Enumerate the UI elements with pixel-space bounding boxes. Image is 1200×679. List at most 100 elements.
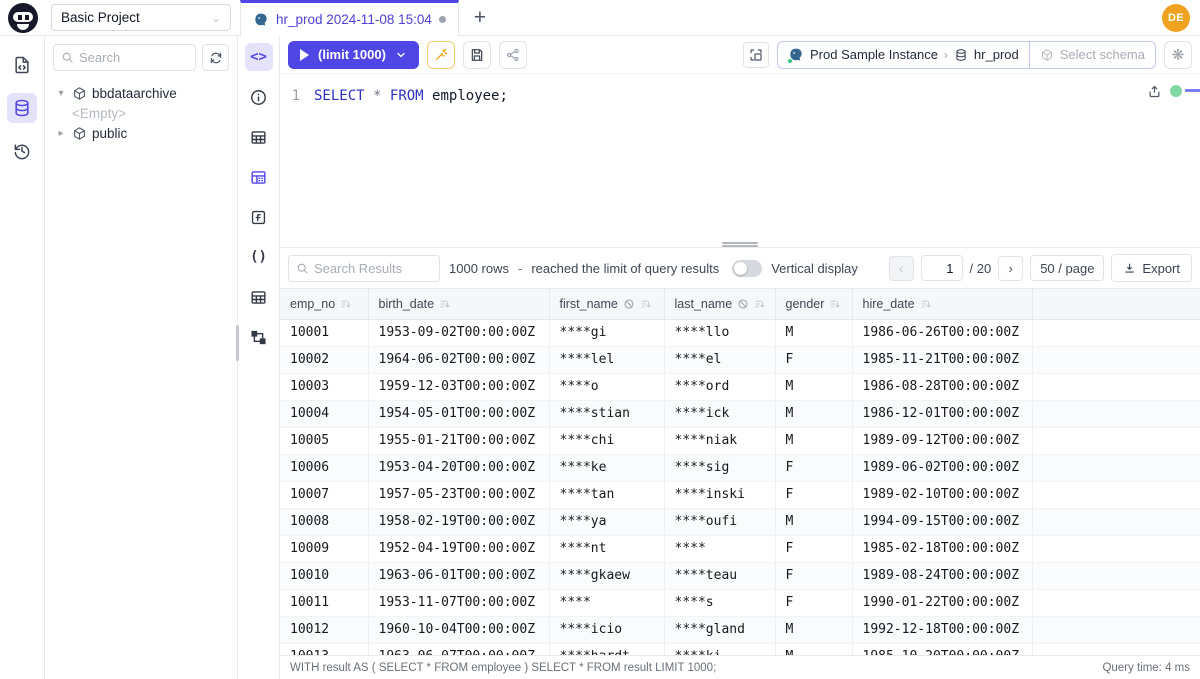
table-cell[interactable]: 10012 xyxy=(280,616,368,643)
results-search-input[interactable] xyxy=(314,261,432,276)
table-cell[interactable]: 10004 xyxy=(280,400,368,427)
table-cell[interactable]: 1959-12-03T00:00:00Z xyxy=(368,373,549,400)
table-cell[interactable]: ****sig xyxy=(664,454,775,481)
table-cell[interactable]: F xyxy=(775,589,852,616)
info-icon[interactable] xyxy=(245,83,273,111)
column-header-birth_date[interactable]: birth_date xyxy=(368,289,549,319)
table-cell[interactable]: 10007 xyxy=(280,481,368,508)
tab-hr-prod[interactable]: hr_prod 2024-11-08 15:04 xyxy=(240,0,459,36)
table-cell[interactable]: 1990-01-22T00:00:00Z xyxy=(852,589,1032,616)
table-cell[interactable]: ****oufi xyxy=(664,508,775,535)
database-panel-icon[interactable] xyxy=(7,93,37,123)
panel-resize-handle[interactable] xyxy=(280,240,1200,248)
share-button[interactable] xyxy=(499,41,527,69)
table-cell[interactable]: 1992-12-18T00:00:00Z xyxy=(852,616,1032,643)
column-header-emp_no[interactable]: emp_no xyxy=(280,289,368,319)
tables-icon[interactable] xyxy=(245,123,273,151)
table-cell[interactable]: M xyxy=(775,400,852,427)
table-cell[interactable]: 1954-05-01T00:00:00Z xyxy=(368,400,549,427)
table-cell[interactable]: ****s xyxy=(664,589,775,616)
table-cell[interactable]: 10005 xyxy=(280,427,368,454)
table-cell[interactable]: ****llo xyxy=(664,319,775,346)
table-cell[interactable]: 1986-12-01T00:00:00Z xyxy=(852,400,1032,427)
table-cell[interactable]: 1994-09-15T00:00:00Z xyxy=(852,508,1032,535)
table-cell[interactable]: ****nt xyxy=(549,535,664,562)
project-select[interactable]: Basic Project ⌄ xyxy=(51,4,231,31)
results-search[interactable] xyxy=(288,255,440,282)
column-header-first_name[interactable]: first_name xyxy=(549,289,664,319)
table-cell[interactable]: 10008 xyxy=(280,508,368,535)
column-header-hire_date[interactable]: hire_date xyxy=(852,289,1032,319)
table-cell[interactable]: 10013 xyxy=(280,643,368,655)
table-cell[interactable]: ****hardt xyxy=(549,643,664,655)
table-cell[interactable]: 1964-06-02T00:00:00Z xyxy=(368,346,549,373)
table-cell[interactable]: M xyxy=(775,643,852,655)
new-tab-button[interactable]: + xyxy=(459,0,501,35)
table-cell[interactable]: ****chi xyxy=(549,427,664,454)
procedures-icon[interactable]: () xyxy=(245,243,273,271)
schema-select[interactable]: Select schema xyxy=(1029,42,1155,68)
table-cell[interactable]: ****stian xyxy=(549,400,664,427)
table-cell[interactable]: M xyxy=(775,427,852,454)
batch-mode-button[interactable] xyxy=(743,42,769,68)
page-number-input[interactable] xyxy=(921,255,963,281)
table-cell[interactable]: **** xyxy=(549,589,664,616)
sidebar-search[interactable] xyxy=(53,44,196,71)
table-data-icon[interactable] xyxy=(245,163,273,191)
table-cell[interactable]: 1958-02-19T00:00:00Z xyxy=(368,508,549,535)
upload-sheet-button[interactable] xyxy=(1147,84,1162,99)
table-cell[interactable]: 1963-06-01T00:00:00Z xyxy=(368,562,549,589)
table-cell[interactable]: ****lel xyxy=(549,346,664,373)
table-cell[interactable]: F xyxy=(775,535,852,562)
functions-icon[interactable] xyxy=(245,203,273,231)
table-cell[interactable]: 10006 xyxy=(280,454,368,481)
table-cell[interactable]: 1986-06-26T00:00:00Z xyxy=(852,319,1032,346)
table-cell[interactable]: 1953-04-20T00:00:00Z xyxy=(368,454,549,481)
table-cell[interactable]: 1963-06-07T00:00:00Z xyxy=(368,643,549,655)
tree-item-bbdataarchive[interactable]: ▾ bbdataarchive xyxy=(55,83,227,103)
table-cell[interactable]: 1989-06-02T00:00:00Z xyxy=(852,454,1032,481)
column-header-last_name[interactable]: last_name xyxy=(664,289,775,319)
table-cell[interactable]: 1989-08-24T00:00:00Z xyxy=(852,562,1032,589)
table-cell[interactable]: M xyxy=(775,508,852,535)
page-size-select[interactable]: 50 / page xyxy=(1030,255,1104,281)
table-cell[interactable]: ****teau xyxy=(664,562,775,589)
ai-assistant-button[interactable]: ❋ xyxy=(1164,41,1192,69)
table-cell[interactable]: ****gkaew xyxy=(549,562,664,589)
table-cell[interactable]: ****ya xyxy=(549,508,664,535)
refresh-button[interactable] xyxy=(202,44,229,71)
format-sql-button[interactable] xyxy=(427,41,455,69)
sql-editor[interactable]: 1 SELECT * FROM employee; xyxy=(280,74,1200,240)
table-cell[interactable]: 10002 xyxy=(280,346,368,373)
table-cell[interactable]: M xyxy=(775,616,852,643)
table-cell[interactable]: F xyxy=(775,481,852,508)
table-cell[interactable]: F xyxy=(775,562,852,589)
column-header-gender[interactable]: gender xyxy=(775,289,852,319)
table-cell[interactable]: ****ki xyxy=(664,643,775,655)
tree-item-public[interactable]: ▸ public xyxy=(55,123,227,143)
table-cell[interactable]: **** xyxy=(664,535,775,562)
prev-page-button[interactable]: ‹ xyxy=(889,256,914,281)
code-view-icon[interactable]: <> xyxy=(245,43,273,71)
history-icon[interactable] xyxy=(7,136,37,166)
worksheet-icon[interactable] xyxy=(7,50,37,80)
table-cell[interactable]: ****el xyxy=(664,346,775,373)
table-cell[interactable]: F xyxy=(775,454,852,481)
table-cell[interactable]: 1957-05-23T00:00:00Z xyxy=(368,481,549,508)
table-cell[interactable]: 1985-02-18T00:00:00Z xyxy=(852,535,1032,562)
table-cell[interactable]: 1989-09-12T00:00:00Z xyxy=(852,427,1032,454)
table-cell[interactable]: M xyxy=(775,373,852,400)
export-button[interactable]: Export xyxy=(1111,254,1192,282)
table-cell[interactable]: 1960-10-04T00:00:00Z xyxy=(368,616,549,643)
table-cell[interactable]: ****o xyxy=(549,373,664,400)
table-cell[interactable]: ****ke xyxy=(549,454,664,481)
table-cell[interactable]: ****niak xyxy=(664,427,775,454)
instance-database-select[interactable]: Prod Sample Instance › hr_prod xyxy=(778,42,1029,68)
table-cell[interactable]: 1985-11-21T00:00:00Z xyxy=(852,346,1032,373)
table-cell[interactable]: ****gland xyxy=(664,616,775,643)
table-cell[interactable]: M xyxy=(775,319,852,346)
vertical-display-toggle[interactable] xyxy=(732,260,762,277)
table-cell[interactable]: 1955-01-21T00:00:00Z xyxy=(368,427,549,454)
sidebar-resize-handle[interactable] xyxy=(236,325,239,361)
table-cell[interactable]: 1952-04-19T00:00:00Z xyxy=(368,535,549,562)
